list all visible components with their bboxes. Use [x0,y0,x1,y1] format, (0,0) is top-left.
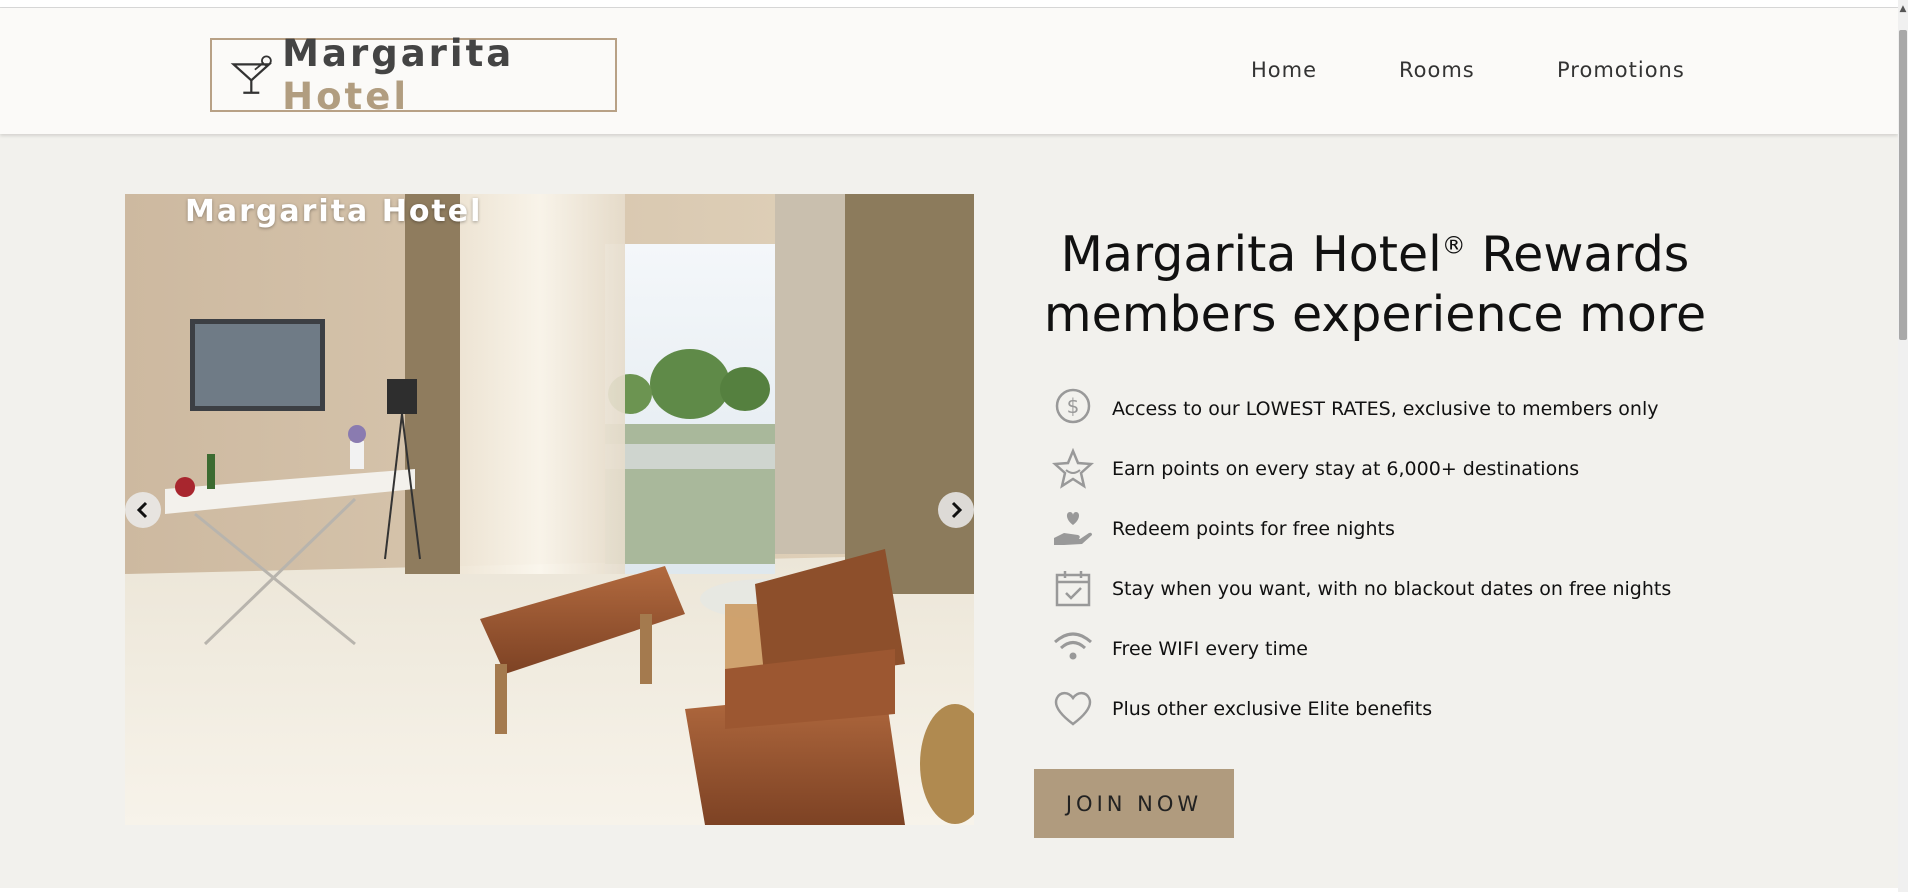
carousel-next-button[interactable] [938,492,974,528]
star-badge-icon [1052,448,1094,489]
benefit-item: Free WIFI every time [1052,624,1308,674]
logo-brand-accent: Hotel [282,75,410,118]
benefit-text: Access to our LOWEST RATES, exclusive to… [1112,398,1659,420]
site-header: Margarita Hotel Home Rooms Promotions [0,8,1898,134]
svg-text:$: $ [1067,394,1080,418]
browser-top-edge [0,0,1898,8]
heart-outline-icon [1054,691,1092,726]
registered-mark: ® [1441,231,1466,260]
rewards-headline: Margarita Hotel® Rewards members experie… [1035,225,1715,345]
join-now-button[interactable]: JOIN NOW [1034,769,1234,838]
benefit-item: Earn points on every stay at 6,000+ dest… [1052,444,1579,494]
benefit-text: Redeem points for free nights [1112,518,1395,540]
dollar-coin-icon: $ [1055,388,1091,424]
page-bottom-edge [0,888,1898,892]
benefit-text: Stay when you want, with no blackout dat… [1112,578,1672,600]
nav-home[interactable]: Home [1251,58,1317,82]
benefit-item: Plus other exclusive Elite benefits [1052,684,1432,734]
wifi-icon [1054,632,1092,660]
nav-promotions[interactable]: Promotions [1557,58,1685,82]
page-scrollbar[interactable]: ▲ [1898,0,1908,892]
logo-brand-main: Margarita [282,32,515,75]
scrollbar-thumb[interactable] [1899,30,1907,340]
logo-wordmark: Margarita Hotel [282,32,615,118]
headline-rewards: Rewards [1465,226,1690,283]
cocktail-glass-icon [230,55,272,94]
nav-rooms[interactable]: Rooms [1399,58,1475,82]
room-photo [125,194,974,825]
benefit-text: Free WIFI every time [1112,638,1308,660]
chevron-left-icon [136,501,148,519]
benefit-item: $ Access to our LOWEST RATES, exclusive … [1052,384,1658,434]
benefit-item: Stay when you want, with no blackout dat… [1052,564,1671,614]
benefit-item: Redeem points for free nights [1052,504,1395,554]
site-logo[interactable]: Margarita Hotel [210,32,617,118]
headline-line2: members experience more [1043,286,1707,343]
benefit-text: Earn points on every stay at 6,000+ dest… [1112,458,1580,480]
carousel-caption: Margarita Hotel [185,194,483,229]
headline-brand: Margarita Hotel [1060,226,1442,283]
room-carousel: Margarita Hotel [125,194,974,825]
carousel-prev-button[interactable] [125,492,161,528]
heart-hand-icon [1054,512,1092,545]
chevron-right-icon [951,501,963,519]
scroll-up-arrow-icon[interactable]: ▲ [1898,0,1908,18]
calendar-check-icon [1055,571,1091,607]
benefit-text: Plus other exclusive Elite benefits [1112,698,1433,720]
